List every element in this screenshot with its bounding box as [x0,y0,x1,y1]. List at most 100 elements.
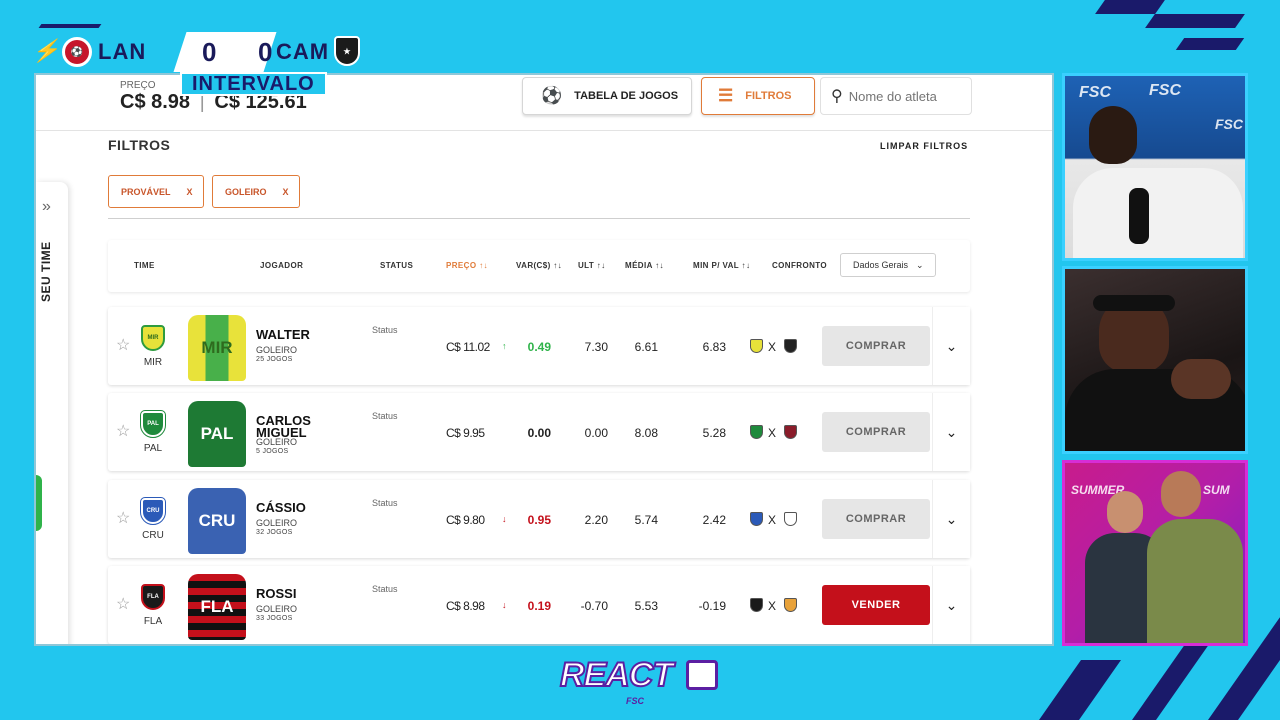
average-score: 5.74 [634,513,658,527]
filtros-label: FILTROS [745,90,792,102]
price-variation: 0.19 [527,599,551,613]
view-select[interactable]: Dados Gerais ⌄ [840,253,936,277]
buy-button[interactable]: COMPRAR [822,499,930,539]
filtros-button[interactable]: ☰ FILTROS [701,77,815,115]
person-body [1147,519,1243,643]
player-jersey: CRU [188,488,246,554]
header-jogador: JOGADOR [260,261,304,270]
event-backdrop-text: SUM [1203,483,1230,497]
price-label: PREÇO [120,80,156,91]
team-abbr: FLA [143,616,163,627]
home-score: 0 [202,37,217,67]
table-row: ☆ MIR MIR MIR WALTER GOLEIRO 25 JOGOS St… [108,307,970,385]
chip-label: GOLEIRO [225,186,267,197]
athlete-search[interactable]: ⚲ [820,77,972,115]
scoreboard: ⚡ ⚽ LAN 0 0 CAM ★ INTERVALO [30,28,370,96]
header-ult[interactable]: ULT ↑↓ [578,261,606,270]
last-score: -0.70 [580,599,608,613]
person-body [1073,168,1243,258]
table-row: ☆ FLA FLA FLA ROSSI GOLEIRO 33 JOGOS Sta… [108,566,970,644]
header-preco[interactable]: PREÇO ↑↓ [446,261,488,270]
team-crest-icon: PAL [140,410,166,438]
person-head [1107,491,1143,533]
player-position: GOLEIRO [256,345,298,355]
status-image: Status [372,584,398,594]
clear-filters-link[interactable]: LIMPAR FILTROS [880,141,968,151]
price-variation: 0.95 [527,513,551,527]
person-head [1089,106,1137,164]
search-input[interactable] [848,88,959,104]
player-games: 33 JOGOS [256,615,293,622]
expand-row-chevron-icon[interactable]: ⌄ [932,307,970,385]
player-price: C$ 9.95 [446,426,485,440]
sliders-icon: ☰ [718,86,734,105]
player-jersey: MIR [188,315,246,381]
tabela-de-jogos-button[interactable]: ⚽ TABELA DE JOGOS [522,77,692,115]
soccer-ball-icon: ⚽ [541,86,563,105]
status-image: Status [372,498,398,508]
expand-row-chevron-icon[interactable]: ⌄ [932,393,970,471]
webcam-host-2 [1062,266,1248,454]
min-to-value: 2.42 [702,513,726,527]
player-position: GOLEIRO [256,437,298,447]
match-vs: X [768,599,777,613]
star-icon[interactable]: ☆ [116,508,130,528]
header-min-val[interactable]: MIN P/ VAL ↑↓ [693,261,750,270]
match-home-crest-icon [750,512,763,526]
headphones-icon [1093,295,1175,311]
match-away-crest-icon [784,598,797,612]
min-to-value: 6.83 [702,340,726,354]
star-icon[interactable]: ☆ [116,335,130,355]
player-price: C$ 9.80 [446,513,485,527]
match-away-crest-icon [784,512,797,526]
team-abbr: MIR [143,357,163,368]
seu-time-sidebar[interactable]: » SEU TIME [36,182,68,644]
player-name: WALTER [256,327,310,342]
player-position: GOLEIRO [256,604,298,614]
chip-remove-icon[interactable]: X [283,187,289,197]
match-away-crest-icon [784,339,797,353]
last-score: 2.20 [584,513,608,527]
player-name: ROSSI [256,586,297,601]
header-var[interactable]: VAR(C$) ↑↓ [516,261,562,270]
match-home-crest-icon [750,425,763,439]
person-arm [1171,359,1231,399]
team-crest-icon: MIR [141,325,165,351]
status-image: Status [372,325,398,335]
star-icon[interactable]: ☆ [116,594,130,614]
expand-row-chevron-icon[interactable]: ⌄ [932,480,970,558]
price-variation: 0.49 [527,340,551,354]
play-icon [686,660,718,690]
logo-subtext: FSC [626,696,644,706]
down-arrow-icon: ↓ [502,600,507,610]
sell-button[interactable]: VENDER [822,585,930,625]
team-abbr: CRU [142,530,164,541]
min-to-value: -0.19 [698,599,726,613]
table-row: ☆ PAL PAL PAL CARLOS MIGUEL GOLEIRO 5 JO… [108,393,970,471]
expand-row-chevron-icon[interactable]: ⌄ [932,566,970,644]
header-media[interactable]: MÉDIA ↑↓ [625,261,664,270]
price-variation: 0.00 [527,426,551,440]
average-score: 6.61 [634,340,658,354]
filter-chip-provavel[interactable]: PROVÁVEL X [108,175,204,208]
match-home-crest-icon [750,339,763,353]
buy-button[interactable]: COMPRAR [822,326,930,366]
chip-remove-icon[interactable]: X [187,187,193,197]
player-jersey: FLA [188,574,246,640]
filters-title: FILTROS [108,137,171,153]
buy-button[interactable]: COMPRAR [822,412,930,452]
seu-time-label: SEU TIME [39,241,53,302]
player-games: 5 JOGOS [256,448,289,455]
team-crest-icon: CRU [140,497,166,525]
divider [108,218,970,219]
match-status: INTERVALO [180,72,327,96]
double-chevron-right-icon: » [42,198,51,215]
filter-chip-goleiro[interactable]: GOLEIRO X [212,175,300,208]
star-icon[interactable]: ☆ [116,421,130,441]
cam-backdrop-logo: FSC [1079,84,1111,101]
home-team-name: LAN [98,39,147,64]
cam-backdrop-logo: FSC [1149,82,1181,99]
down-arrow-icon: ↓ [502,514,507,524]
table-header: TIME JOGADOR STATUS PREÇO ↑↓ VAR(C$) ↑↓ … [108,240,970,292]
logo-text: REACT [559,655,674,695]
